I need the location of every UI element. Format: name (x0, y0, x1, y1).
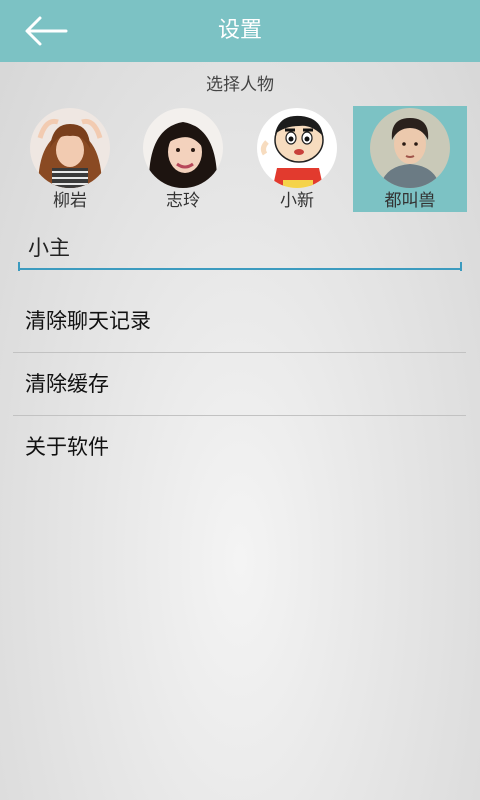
character-picker: 柳岩 志玲 小新 都叫兽 (0, 106, 480, 212)
character-name: 柳岩 (53, 191, 87, 211)
avatar-liuyan (30, 108, 110, 188)
about-app-item[interactable]: 关于软件 (13, 416, 466, 479)
clear-chat-history-item[interactable]: 清除聊天记录 (13, 290, 466, 353)
character-name: 小新 (280, 191, 314, 211)
character-name: 都叫兽 (384, 191, 436, 211)
character-option-liuyan[interactable]: 柳岩 (13, 106, 127, 212)
nickname-input[interactable] (18, 226, 462, 270)
character-option-xiaoxin[interactable]: 小新 (240, 106, 354, 212)
settings-menu: 清除聊天记录 清除缓存 关于软件 (13, 290, 466, 479)
character-option-dujiaoshou[interactable]: 都叫兽 (353, 106, 467, 212)
character-section-title: 选择人物 (206, 75, 274, 95)
page-title: 设置 (217, 18, 262, 43)
input-underline-left-tick (18, 262, 20, 271)
title-bar: 设置 (0, 0, 480, 62)
avatar-dujiaoshou (370, 108, 450, 188)
input-underline-right-tick (460, 262, 462, 271)
character-option-zhiling[interactable]: 志玲 (126, 106, 240, 212)
character-name: 志玲 (166, 191, 200, 211)
avatar-zhiling (143, 108, 223, 188)
avatar-xiaoxin (257, 108, 337, 188)
clear-cache-item[interactable]: 清除缓存 (13, 353, 466, 416)
